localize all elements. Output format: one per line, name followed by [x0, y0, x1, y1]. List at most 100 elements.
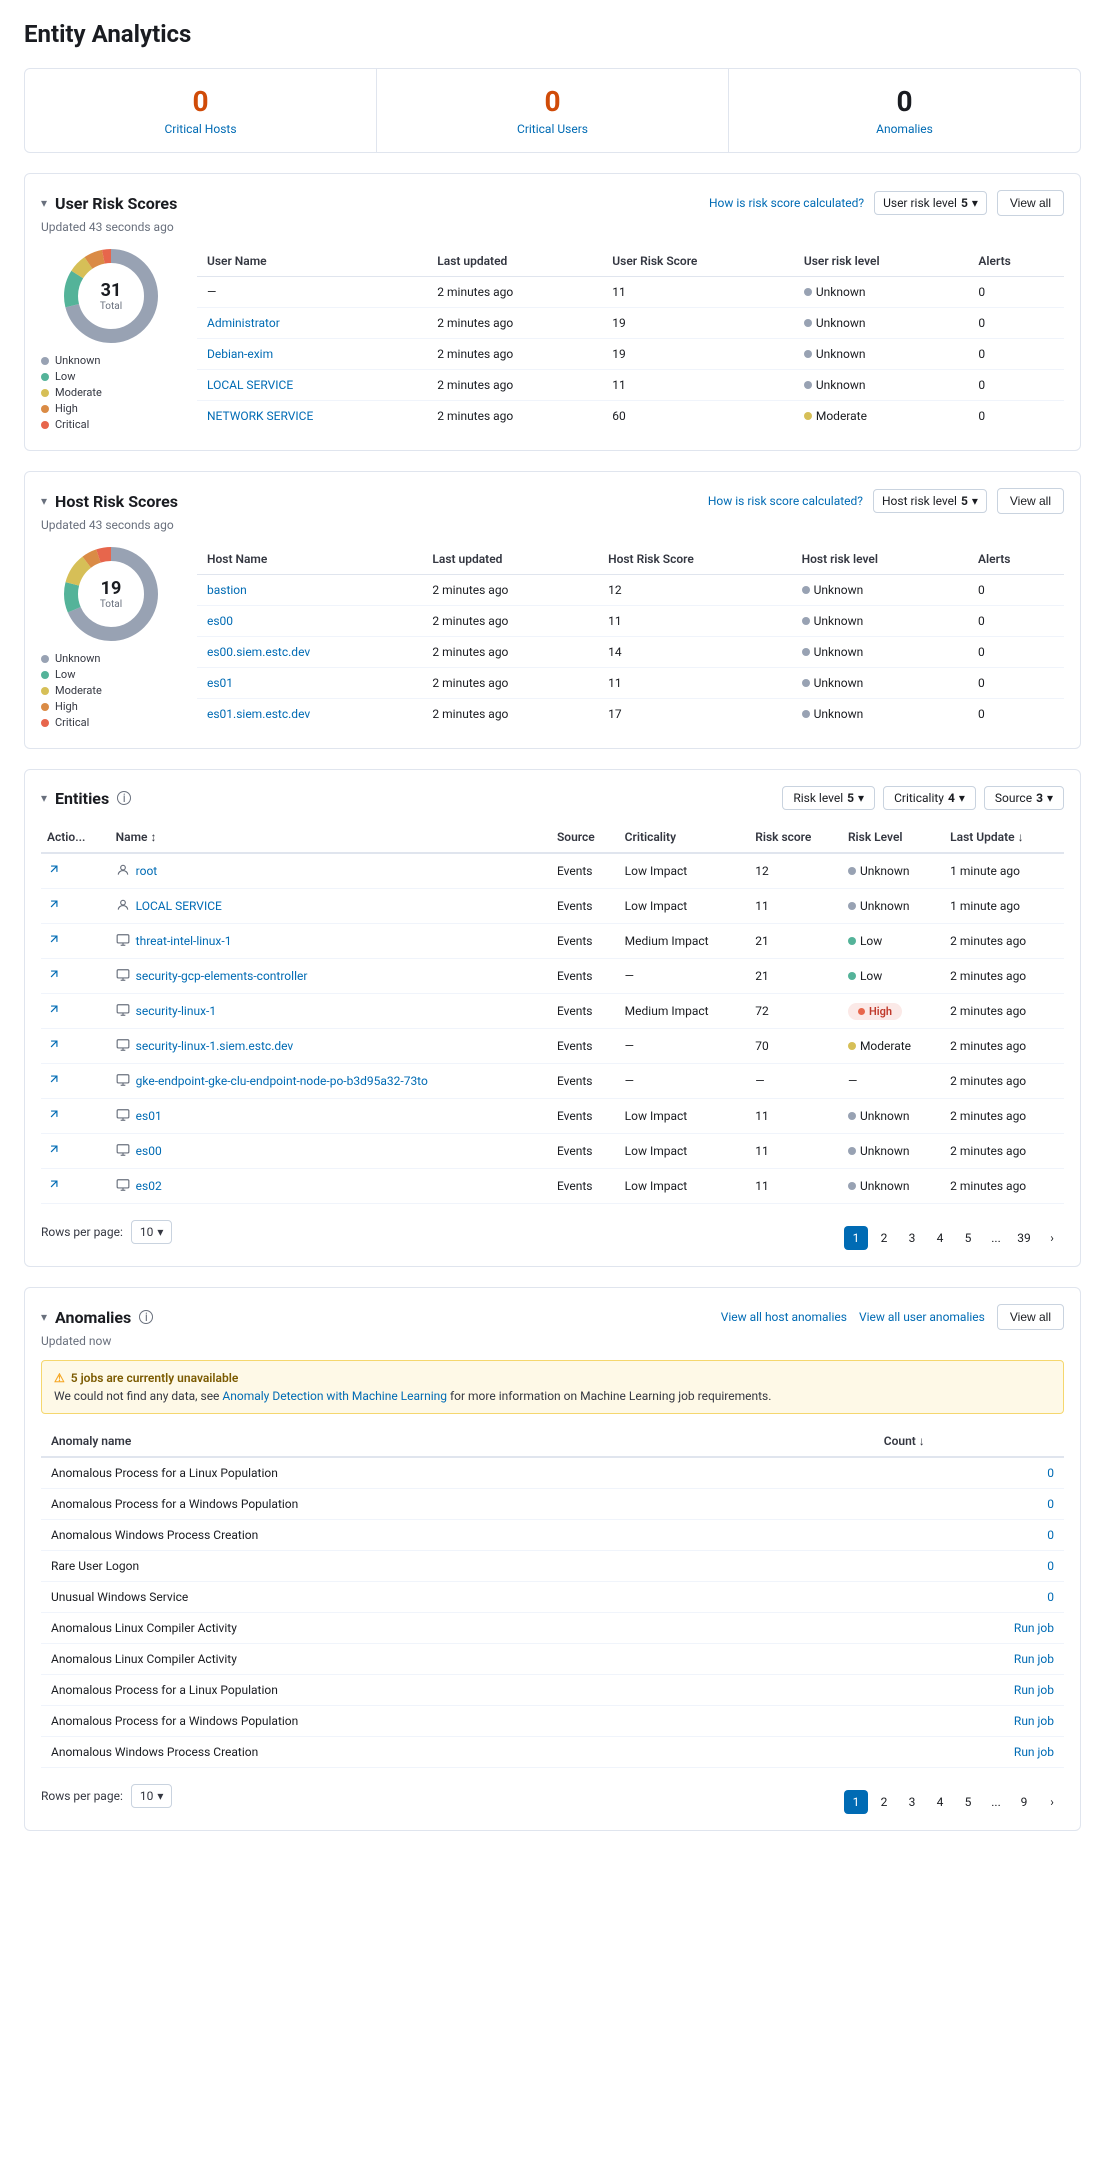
chevron-down-icon: ▾ — [157, 1225, 163, 1239]
user-risk-collapse-icon[interactable]: ▾ — [41, 196, 47, 210]
entity-action-icon[interactable] — [47, 1179, 61, 1195]
anomalies-rows-select[interactable]: 10 ▾ — [131, 1784, 173, 1808]
column-header: Host risk level — [792, 544, 968, 575]
entities-rows-select[interactable]: 10 ▾ — [131, 1220, 173, 1244]
table-row: LOCAL SERVICE2 minutes ago11Unknown0 — [197, 370, 1064, 401]
user-risk-level-select[interactable]: User risk level 5 ▾ — [874, 191, 987, 215]
summary-anomalies[interactable]: 0Anomalies — [729, 69, 1080, 152]
user-risk-table-area: User NameLast updatedUser Risk ScoreUser… — [197, 246, 1064, 431]
entity-name-link[interactable]: security-linux-1 — [136, 1004, 216, 1018]
legend-item: Moderate — [41, 386, 181, 399]
user-risk-body: 31 Total UnknownLowModerateHighCritical … — [41, 246, 1064, 434]
page-4-button[interactable]: 4 — [928, 1226, 952, 1250]
host-risk-level-select[interactable]: Host risk level 5 ▾ — [873, 489, 987, 513]
view-all-user-anomalies-link[interactable]: View all user anomalies — [859, 1310, 985, 1324]
entity-name-link[interactable]: es01 — [207, 676, 233, 690]
table-row: Anomalous Process for a Linux Population… — [41, 1675, 1064, 1706]
entities-rows-per-page: Rows per page: 10 ▾ — [41, 1220, 172, 1244]
entity-name-link[interactable]: es01 — [136, 1109, 162, 1123]
page-9-button[interactable]: 9 — [1012, 1790, 1036, 1814]
anomalies-info-icon[interactable]: i — [139, 1310, 153, 1324]
entity-name-link[interactable]: es00 — [207, 614, 233, 628]
page-4-button[interactable]: 4 — [928, 1790, 952, 1814]
page-39-button[interactable]: 39 — [1012, 1226, 1036, 1250]
table-row: Anomalous Linux Compiler Activity Run jo… — [41, 1644, 1064, 1675]
entity-name-link[interactable]: bastion — [207, 583, 247, 597]
entity-name-link[interactable]: es02 — [136, 1179, 162, 1193]
entity-name-link[interactable]: NETWORK SERVICE — [207, 409, 313, 423]
host-risk-collapse-icon[interactable]: ▾ — [41, 494, 47, 508]
page-2-button[interactable]: 2 — [872, 1790, 896, 1814]
entity-name-link[interactable]: security-linux-1.siem.estc.dev — [136, 1039, 294, 1053]
entity-action-icon[interactable] — [47, 864, 61, 880]
table-row: Anomalous Windows Process Creation 0 — [41, 1520, 1064, 1551]
table-row: Anomalous Process for a Windows Populati… — [41, 1489, 1064, 1520]
host-risk-donut-area: 19 Total UnknownLowModerateHighCritical — [41, 544, 181, 732]
entity-name-link[interactable]: root — [136, 864, 158, 878]
entity-action-icon[interactable] — [47, 934, 61, 950]
entity-name-link[interactable]: es01.siem.estc.dev — [207, 707, 310, 721]
entity-action-icon[interactable] — [47, 1109, 61, 1125]
run-job-link[interactable]: Run job — [1014, 1714, 1054, 1728]
run-job-link[interactable]: Run job — [1014, 1683, 1054, 1697]
entity-action-icon[interactable] — [47, 1039, 61, 1055]
entity-name-link[interactable]: es00 — [136, 1144, 162, 1158]
run-job-link[interactable]: Run job — [1014, 1652, 1054, 1666]
filter-source[interactable]: Source 3 ▾ — [984, 786, 1064, 810]
entity-action-icon[interactable] — [47, 899, 61, 915]
host-risk-updated: Updated 43 seconds ago — [41, 518, 1064, 532]
anomaly-ml-link[interactable]: Anomaly Detection with Machine Learning — [222, 1389, 447, 1403]
column-header: Criticality — [619, 822, 750, 853]
entity-name-link[interactable]: Debian-exim — [207, 347, 273, 361]
entity-name-link[interactable]: gke-endpoint-gke-clu-endpoint-node-po-b3… — [136, 1074, 428, 1088]
table-row: es00.siem.estc.dev2 minutes ago14Unknown… — [197, 637, 1064, 668]
legend-item: Low — [41, 668, 181, 681]
entity-name-link[interactable]: LOCAL SERVICE — [207, 378, 293, 392]
column-header: User Risk Score — [602, 246, 794, 277]
chevron-down-icon: ▾ — [972, 494, 978, 508]
filter-criticality[interactable]: Criticality 4 ▾ — [883, 786, 976, 810]
column-header: Last Update ↓ — [944, 822, 1064, 853]
run-job-link[interactable]: Run job — [1014, 1745, 1054, 1759]
entity-name-link[interactable]: Administrator — [207, 316, 280, 330]
host-risk-view-all-button[interactable]: View all — [997, 488, 1064, 514]
entity-name-link[interactable]: threat-intel-linux-1 — [136, 934, 232, 948]
entity-action-icon[interactable] — [47, 1074, 61, 1090]
entity-name-link[interactable]: es00.siem.estc.dev — [207, 645, 310, 659]
view-all-host-anomalies-link[interactable]: View all host anomalies — [721, 1310, 847, 1324]
entities-collapse-icon[interactable]: ▾ — [41, 791, 47, 805]
anomalies-collapse-icon[interactable]: ▾ — [41, 1310, 47, 1324]
table-row: threat-intel-linux-1 Events Medium Impac… — [41, 924, 1064, 959]
entities-info-icon[interactable]: i — [117, 791, 131, 805]
filter-risk-level[interactable]: Risk level 5 ▾ — [782, 786, 875, 810]
summary-critical-users[interactable]: 0Critical Users — [377, 69, 729, 152]
entity-action-icon[interactable] — [47, 969, 61, 985]
table-row: Administrator2 minutes ago19Unknown0 — [197, 308, 1064, 339]
host-risk-controls: How is risk score calculated? Host risk … — [708, 488, 1064, 514]
page-1-button[interactable]: 1 — [844, 1790, 868, 1814]
page-5-button[interactable]: 5 — [956, 1226, 980, 1250]
page-3-button[interactable]: 3 — [900, 1790, 924, 1814]
entity-type-icon — [116, 1003, 130, 1020]
page-3-button[interactable]: 3 — [900, 1226, 924, 1250]
page-2-button[interactable]: 2 — [872, 1226, 896, 1250]
pagination-next-button[interactable]: › — [1040, 1790, 1064, 1814]
entity-action-icon[interactable] — [47, 1004, 61, 1020]
host-risk-section: ▾ Host Risk Scores How is risk score cal… — [24, 471, 1081, 749]
host-risk-calc-link[interactable]: How is risk score calculated? — [708, 494, 863, 508]
column-header: Anomaly name — [41, 1426, 874, 1457]
pagination-next-button[interactable]: › — [1040, 1226, 1064, 1250]
run-job-link[interactable]: Run job — [1014, 1621, 1054, 1635]
entity-name-link[interactable]: LOCAL SERVICE — [136, 899, 222, 913]
summary-critical-hosts[interactable]: 0Critical Hosts — [25, 69, 377, 152]
entity-name-link[interactable]: security-gcp-elements-controller — [136, 969, 308, 983]
entity-action-icon[interactable] — [47, 1144, 61, 1160]
user-risk-view-all-button[interactable]: View all — [997, 190, 1064, 216]
anomalies-view-all-button[interactable]: View all — [997, 1304, 1064, 1330]
chevron-down-icon: ▾ — [1047, 791, 1053, 805]
legend-item: Low — [41, 370, 181, 383]
user-risk-calc-link[interactable]: How is risk score calculated? — [709, 196, 864, 210]
host-risk-legend: UnknownLowModerateHighCritical — [41, 652, 181, 729]
page-1-button[interactable]: 1 — [844, 1226, 868, 1250]
page-5-button[interactable]: 5 — [956, 1790, 980, 1814]
